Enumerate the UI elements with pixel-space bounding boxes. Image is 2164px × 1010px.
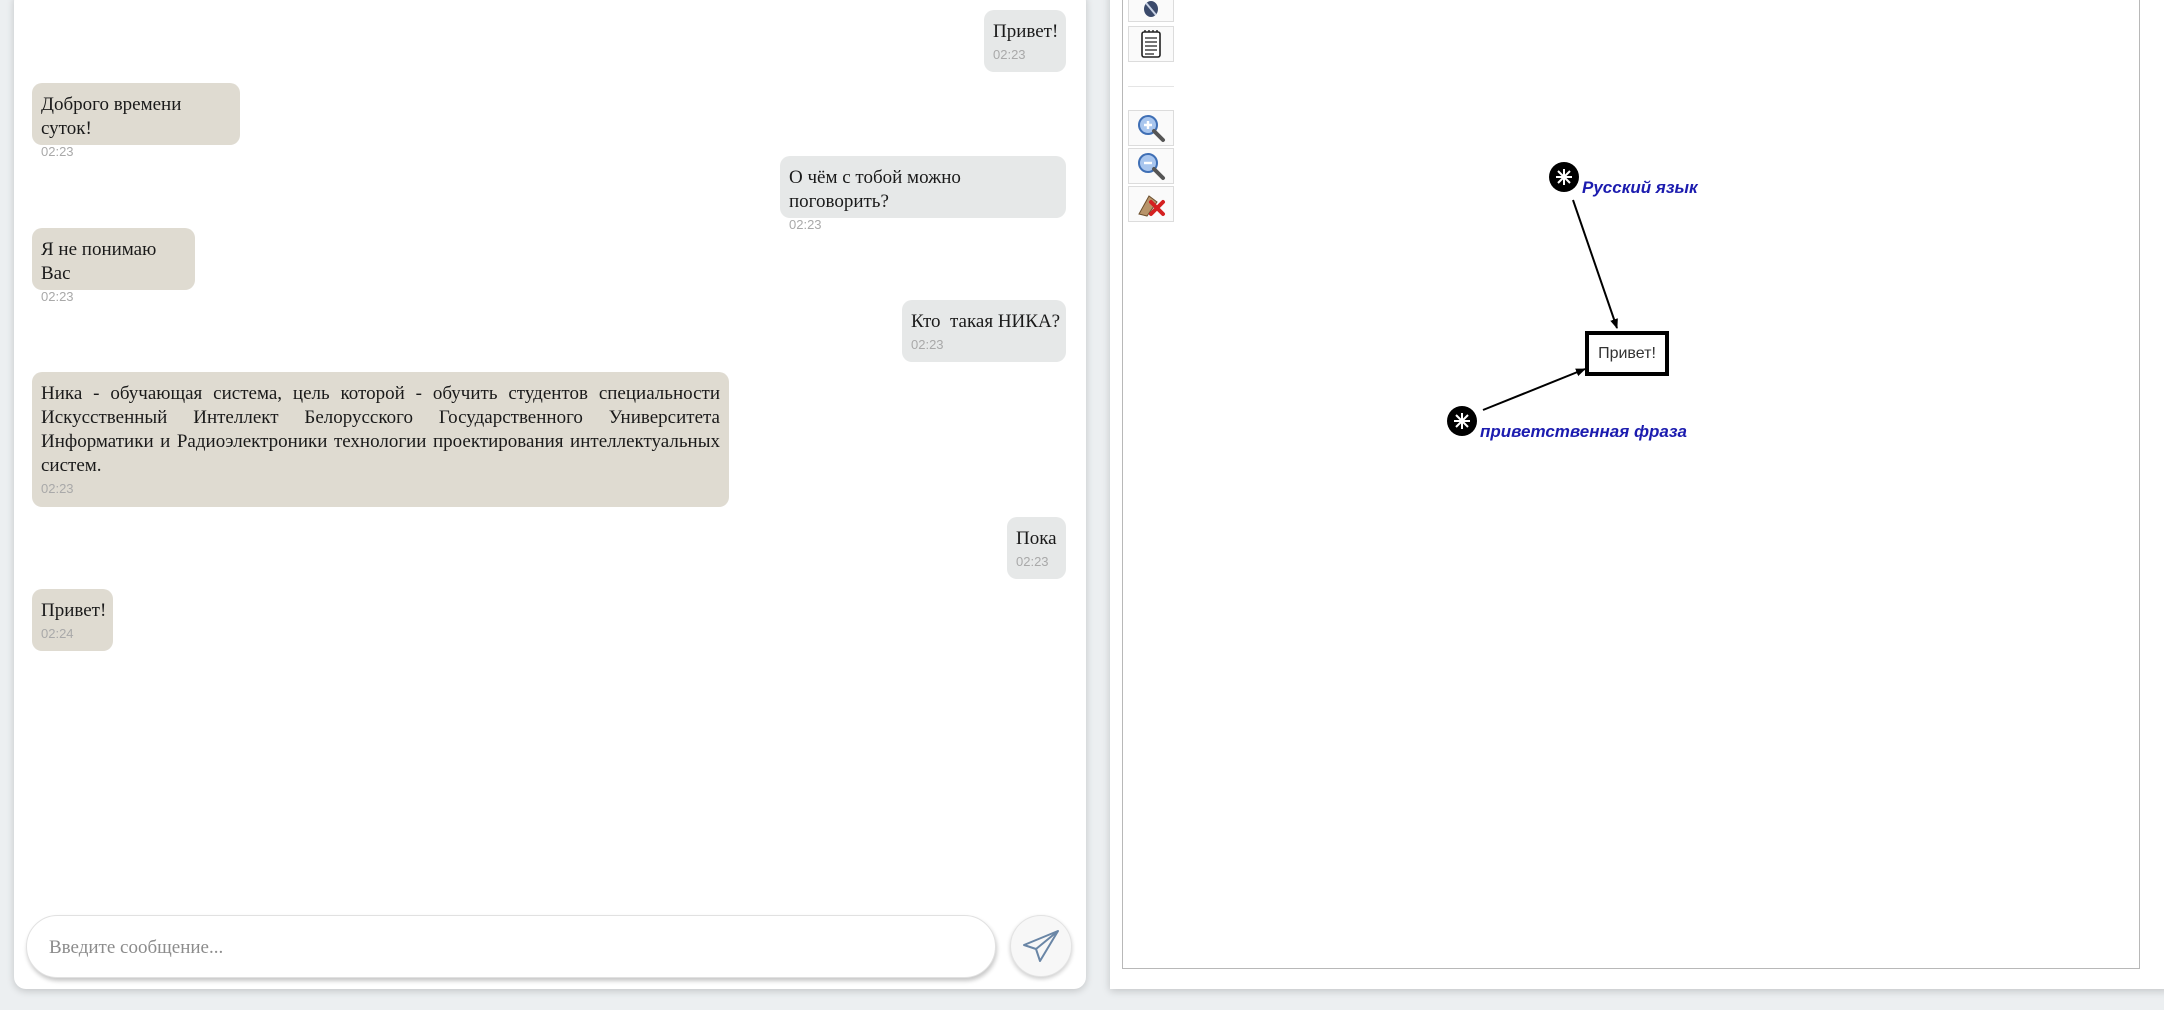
class-node-icon[interactable] — [1549, 162, 1579, 192]
node-label-greeting[interactable]: приветственная фраза — [1480, 422, 1687, 442]
edge-russian-to-privet — [1572, 199, 1618, 329]
class-node-icon[interactable] — [1447, 406, 1477, 436]
graph-edges — [1447, 162, 1618, 436]
edge-greeting-to-privet — [1482, 368, 1586, 411]
node-link-privet[interactable]: Привет! — [1585, 331, 1669, 376]
node-label-russian[interactable]: Русский язык — [1582, 178, 1698, 198]
